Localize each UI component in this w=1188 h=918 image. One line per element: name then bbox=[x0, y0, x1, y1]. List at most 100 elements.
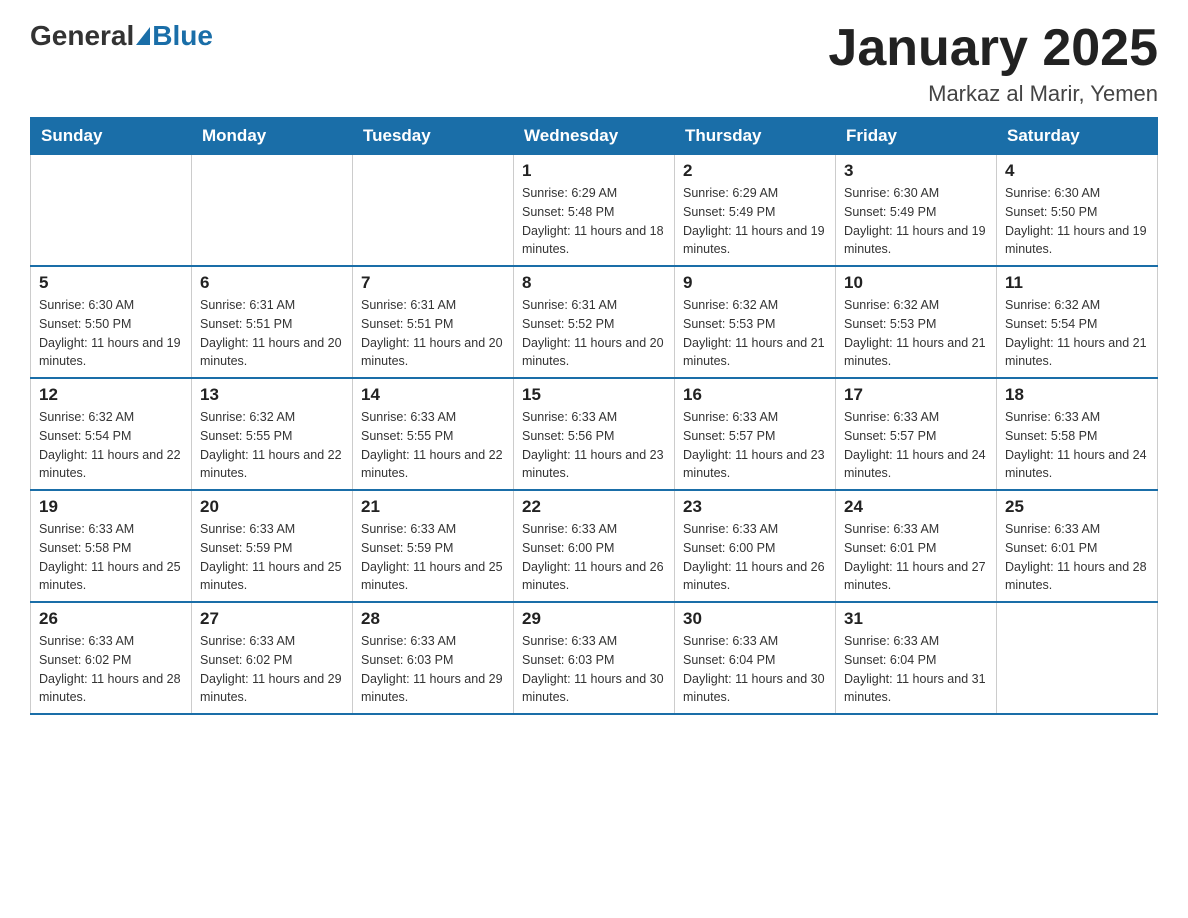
day-info: Sunrise: 6:33 AMSunset: 6:00 PMDaylight:… bbox=[683, 520, 827, 595]
day-info: Sunrise: 6:31 AMSunset: 5:51 PMDaylight:… bbox=[361, 296, 505, 371]
calendar-cell: 26 Sunrise: 6:33 AMSunset: 6:02 PMDayligh… bbox=[31, 602, 192, 714]
day-info: Sunrise: 6:32 AMSunset: 5:55 PMDaylight:… bbox=[200, 408, 344, 483]
day-info: Sunrise: 6:32 AMSunset: 5:54 PMDaylight:… bbox=[1005, 296, 1149, 371]
calendar-cell: 11Sunrise: 6:32 AMSunset: 5:54 PMDayligh… bbox=[997, 266, 1158, 378]
calendar-cell: 10 Sunrise: 6:32 AMSunset: 5:53 PMDayligh… bbox=[836, 266, 997, 378]
day-headers-row: SundayMondayTuesdayWednesdayThursdayFrid… bbox=[31, 118, 1158, 155]
day-number: 13 bbox=[200, 385, 344, 405]
logo-blue-text: Blue bbox=[152, 20, 213, 52]
calendar-cell: 21 Sunrise: 6:33 AMSunset: 5:59 PMDayligh… bbox=[353, 490, 514, 602]
week-row-5: 26 Sunrise: 6:33 AMSunset: 6:02 PMDayligh… bbox=[31, 602, 1158, 714]
day-info: Sunrise: 6:33 AMSunset: 5:59 PMDaylight:… bbox=[361, 520, 505, 595]
calendar-cell: 29 Sunrise: 6:33 AMSunset: 6:03 PMDayligh… bbox=[514, 602, 675, 714]
day-info: Sunrise: 6:30 AMSunset: 5:50 PMDaylight:… bbox=[1005, 184, 1149, 259]
day-number: 30 bbox=[683, 609, 827, 629]
calendar-cell bbox=[31, 155, 192, 267]
day-info: Sunrise: 6:32 AMSunset: 5:53 PMDaylight:… bbox=[683, 296, 827, 371]
day-number: 9 bbox=[683, 273, 827, 293]
calendar-cell: 7Sunrise: 6:31 AMSunset: 5:51 PMDaylight… bbox=[353, 266, 514, 378]
calendar-cell: 28Sunrise: 6:33 AMSunset: 6:03 PMDayligh… bbox=[353, 602, 514, 714]
day-info: Sunrise: 6:33 AMSunset: 6:04 PMDaylight:… bbox=[683, 632, 827, 707]
day-number: 28 bbox=[361, 609, 505, 629]
day-number: 1 bbox=[522, 161, 666, 181]
day-info: Sunrise: 6:30 AMSunset: 5:50 PMDaylight:… bbox=[39, 296, 183, 371]
day-info: Sunrise: 6:33 AMSunset: 6:00 PMDaylight:… bbox=[522, 520, 666, 595]
day-number: 27 bbox=[200, 609, 344, 629]
day-number: 29 bbox=[522, 609, 666, 629]
day-number: 22 bbox=[522, 497, 666, 517]
day-info: Sunrise: 6:33 AMSunset: 5:59 PMDaylight:… bbox=[200, 520, 344, 595]
day-number: 4 bbox=[1005, 161, 1149, 181]
day-info: Sunrise: 6:29 AMSunset: 5:48 PMDaylight:… bbox=[522, 184, 666, 259]
day-info: Sunrise: 6:33 AMSunset: 5:58 PMDaylight:… bbox=[1005, 408, 1149, 483]
day-number: 10 bbox=[844, 273, 988, 293]
calendar-cell: 17Sunrise: 6:33 AMSunset: 5:57 PMDayligh… bbox=[836, 378, 997, 490]
calendar-cell bbox=[997, 602, 1158, 714]
title-area: January 2025 Markaz al Marir, Yemen bbox=[828, 20, 1158, 107]
day-number: 19 bbox=[39, 497, 183, 517]
day-number: 12 bbox=[39, 385, 183, 405]
calendar-cell: 6Sunrise: 6:31 AMSunset: 5:51 PMDaylight… bbox=[192, 266, 353, 378]
day-number: 16 bbox=[683, 385, 827, 405]
day-number: 3 bbox=[844, 161, 988, 181]
calendar-cell: 27 Sunrise: 6:33 AMSunset: 6:02 PMDayligh… bbox=[192, 602, 353, 714]
day-number: 21 bbox=[361, 497, 505, 517]
day-header-thursday: Thursday bbox=[675, 118, 836, 155]
calendar-cell: 19Sunrise: 6:33 AMSunset: 5:58 PMDayligh… bbox=[31, 490, 192, 602]
calendar-cell: 5 Sunrise: 6:30 AMSunset: 5:50 PMDaylight… bbox=[31, 266, 192, 378]
day-number: 8 bbox=[522, 273, 666, 293]
day-number: 23 bbox=[683, 497, 827, 517]
day-number: 24 bbox=[844, 497, 988, 517]
calendar-cell: 4 Sunrise: 6:30 AMSunset: 5:50 PMDaylight… bbox=[997, 155, 1158, 267]
day-header-sunday: Sunday bbox=[31, 118, 192, 155]
calendar-cell: 1 Sunrise: 6:29 AMSunset: 5:48 PMDaylight… bbox=[514, 155, 675, 267]
day-header-monday: Monday bbox=[192, 118, 353, 155]
day-number: 26 bbox=[39, 609, 183, 629]
calendar-cell bbox=[353, 155, 514, 267]
calendar-cell: 23 Sunrise: 6:33 AMSunset: 6:00 PMDayligh… bbox=[675, 490, 836, 602]
week-row-2: 5 Sunrise: 6:30 AMSunset: 5:50 PMDaylight… bbox=[31, 266, 1158, 378]
calendar-cell: 18 Sunrise: 6:33 AMSunset: 5:58 PMDayligh… bbox=[997, 378, 1158, 490]
calendar-cell: 30 Sunrise: 6:33 AMSunset: 6:04 PMDayligh… bbox=[675, 602, 836, 714]
day-info: Sunrise: 6:33 AMSunset: 6:03 PMDaylight:… bbox=[522, 632, 666, 707]
calendar-cell: 22 Sunrise: 6:33 AMSunset: 6:00 PMDayligh… bbox=[514, 490, 675, 602]
page-header: General Blue January 2025 Markaz al Mari… bbox=[30, 20, 1158, 107]
day-info: Sunrise: 6:33 AMSunset: 5:57 PMDaylight:… bbox=[683, 408, 827, 483]
calendar-cell: 15 Sunrise: 6:33 AMSunset: 5:56 PMDayligh… bbox=[514, 378, 675, 490]
day-header-wednesday: Wednesday bbox=[514, 118, 675, 155]
day-number: 20 bbox=[200, 497, 344, 517]
calendar-table: SundayMondayTuesdayWednesdayThursdayFrid… bbox=[30, 117, 1158, 715]
day-info: Sunrise: 6:33 AMSunset: 5:56 PMDaylight:… bbox=[522, 408, 666, 483]
calendar-cell: 2Sunrise: 6:29 AMSunset: 5:49 PMDaylight… bbox=[675, 155, 836, 267]
day-info: Sunrise: 6:31 AMSunset: 5:52 PMDaylight:… bbox=[522, 296, 666, 371]
week-row-4: 19Sunrise: 6:33 AMSunset: 5:58 PMDayligh… bbox=[31, 490, 1158, 602]
calendar-cell: 31Sunrise: 6:33 AMSunset: 6:04 PMDayligh… bbox=[836, 602, 997, 714]
day-info: Sunrise: 6:32 AMSunset: 5:53 PMDaylight:… bbox=[844, 296, 988, 371]
logo: General Blue bbox=[30, 20, 213, 52]
day-number: 6 bbox=[200, 273, 344, 293]
day-header-friday: Friday bbox=[836, 118, 997, 155]
day-number: 15 bbox=[522, 385, 666, 405]
calendar-cell: 16 Sunrise: 6:33 AMSunset: 5:57 PMDayligh… bbox=[675, 378, 836, 490]
day-number: 18 bbox=[1005, 385, 1149, 405]
location-subtitle: Markaz al Marir, Yemen bbox=[828, 81, 1158, 107]
month-title: January 2025 bbox=[828, 20, 1158, 77]
logo-triangle-icon bbox=[136, 27, 150, 45]
calendar-cell: 8 Sunrise: 6:31 AMSunset: 5:52 PMDaylight… bbox=[514, 266, 675, 378]
day-header-saturday: Saturday bbox=[997, 118, 1158, 155]
day-info: Sunrise: 6:33 AMSunset: 6:02 PMDaylight:… bbox=[39, 632, 183, 707]
day-header-tuesday: Tuesday bbox=[353, 118, 514, 155]
day-number: 14 bbox=[361, 385, 505, 405]
day-info: Sunrise: 6:33 AMSunset: 6:04 PMDaylight:… bbox=[844, 632, 988, 707]
day-info: Sunrise: 6:33 AMSunset: 6:02 PMDaylight:… bbox=[200, 632, 344, 707]
day-number: 17 bbox=[844, 385, 988, 405]
calendar-cell: 12Sunrise: 6:32 AMSunset: 5:54 PMDayligh… bbox=[31, 378, 192, 490]
calendar-cell: 3 Sunrise: 6:30 AMSunset: 5:49 PMDaylight… bbox=[836, 155, 997, 267]
day-info: Sunrise: 6:30 AMSunset: 5:49 PMDaylight:… bbox=[844, 184, 988, 259]
week-row-3: 12Sunrise: 6:32 AMSunset: 5:54 PMDayligh… bbox=[31, 378, 1158, 490]
calendar-body: 1 Sunrise: 6:29 AMSunset: 5:48 PMDaylight… bbox=[31, 155, 1158, 715]
day-info: Sunrise: 6:33 AMSunset: 6:01 PMDaylight:… bbox=[1005, 520, 1149, 595]
calendar-cell: 25Sunrise: 6:33 AMSunset: 6:01 PMDayligh… bbox=[997, 490, 1158, 602]
calendar-header: SundayMondayTuesdayWednesdayThursdayFrid… bbox=[31, 118, 1158, 155]
day-number: 5 bbox=[39, 273, 183, 293]
